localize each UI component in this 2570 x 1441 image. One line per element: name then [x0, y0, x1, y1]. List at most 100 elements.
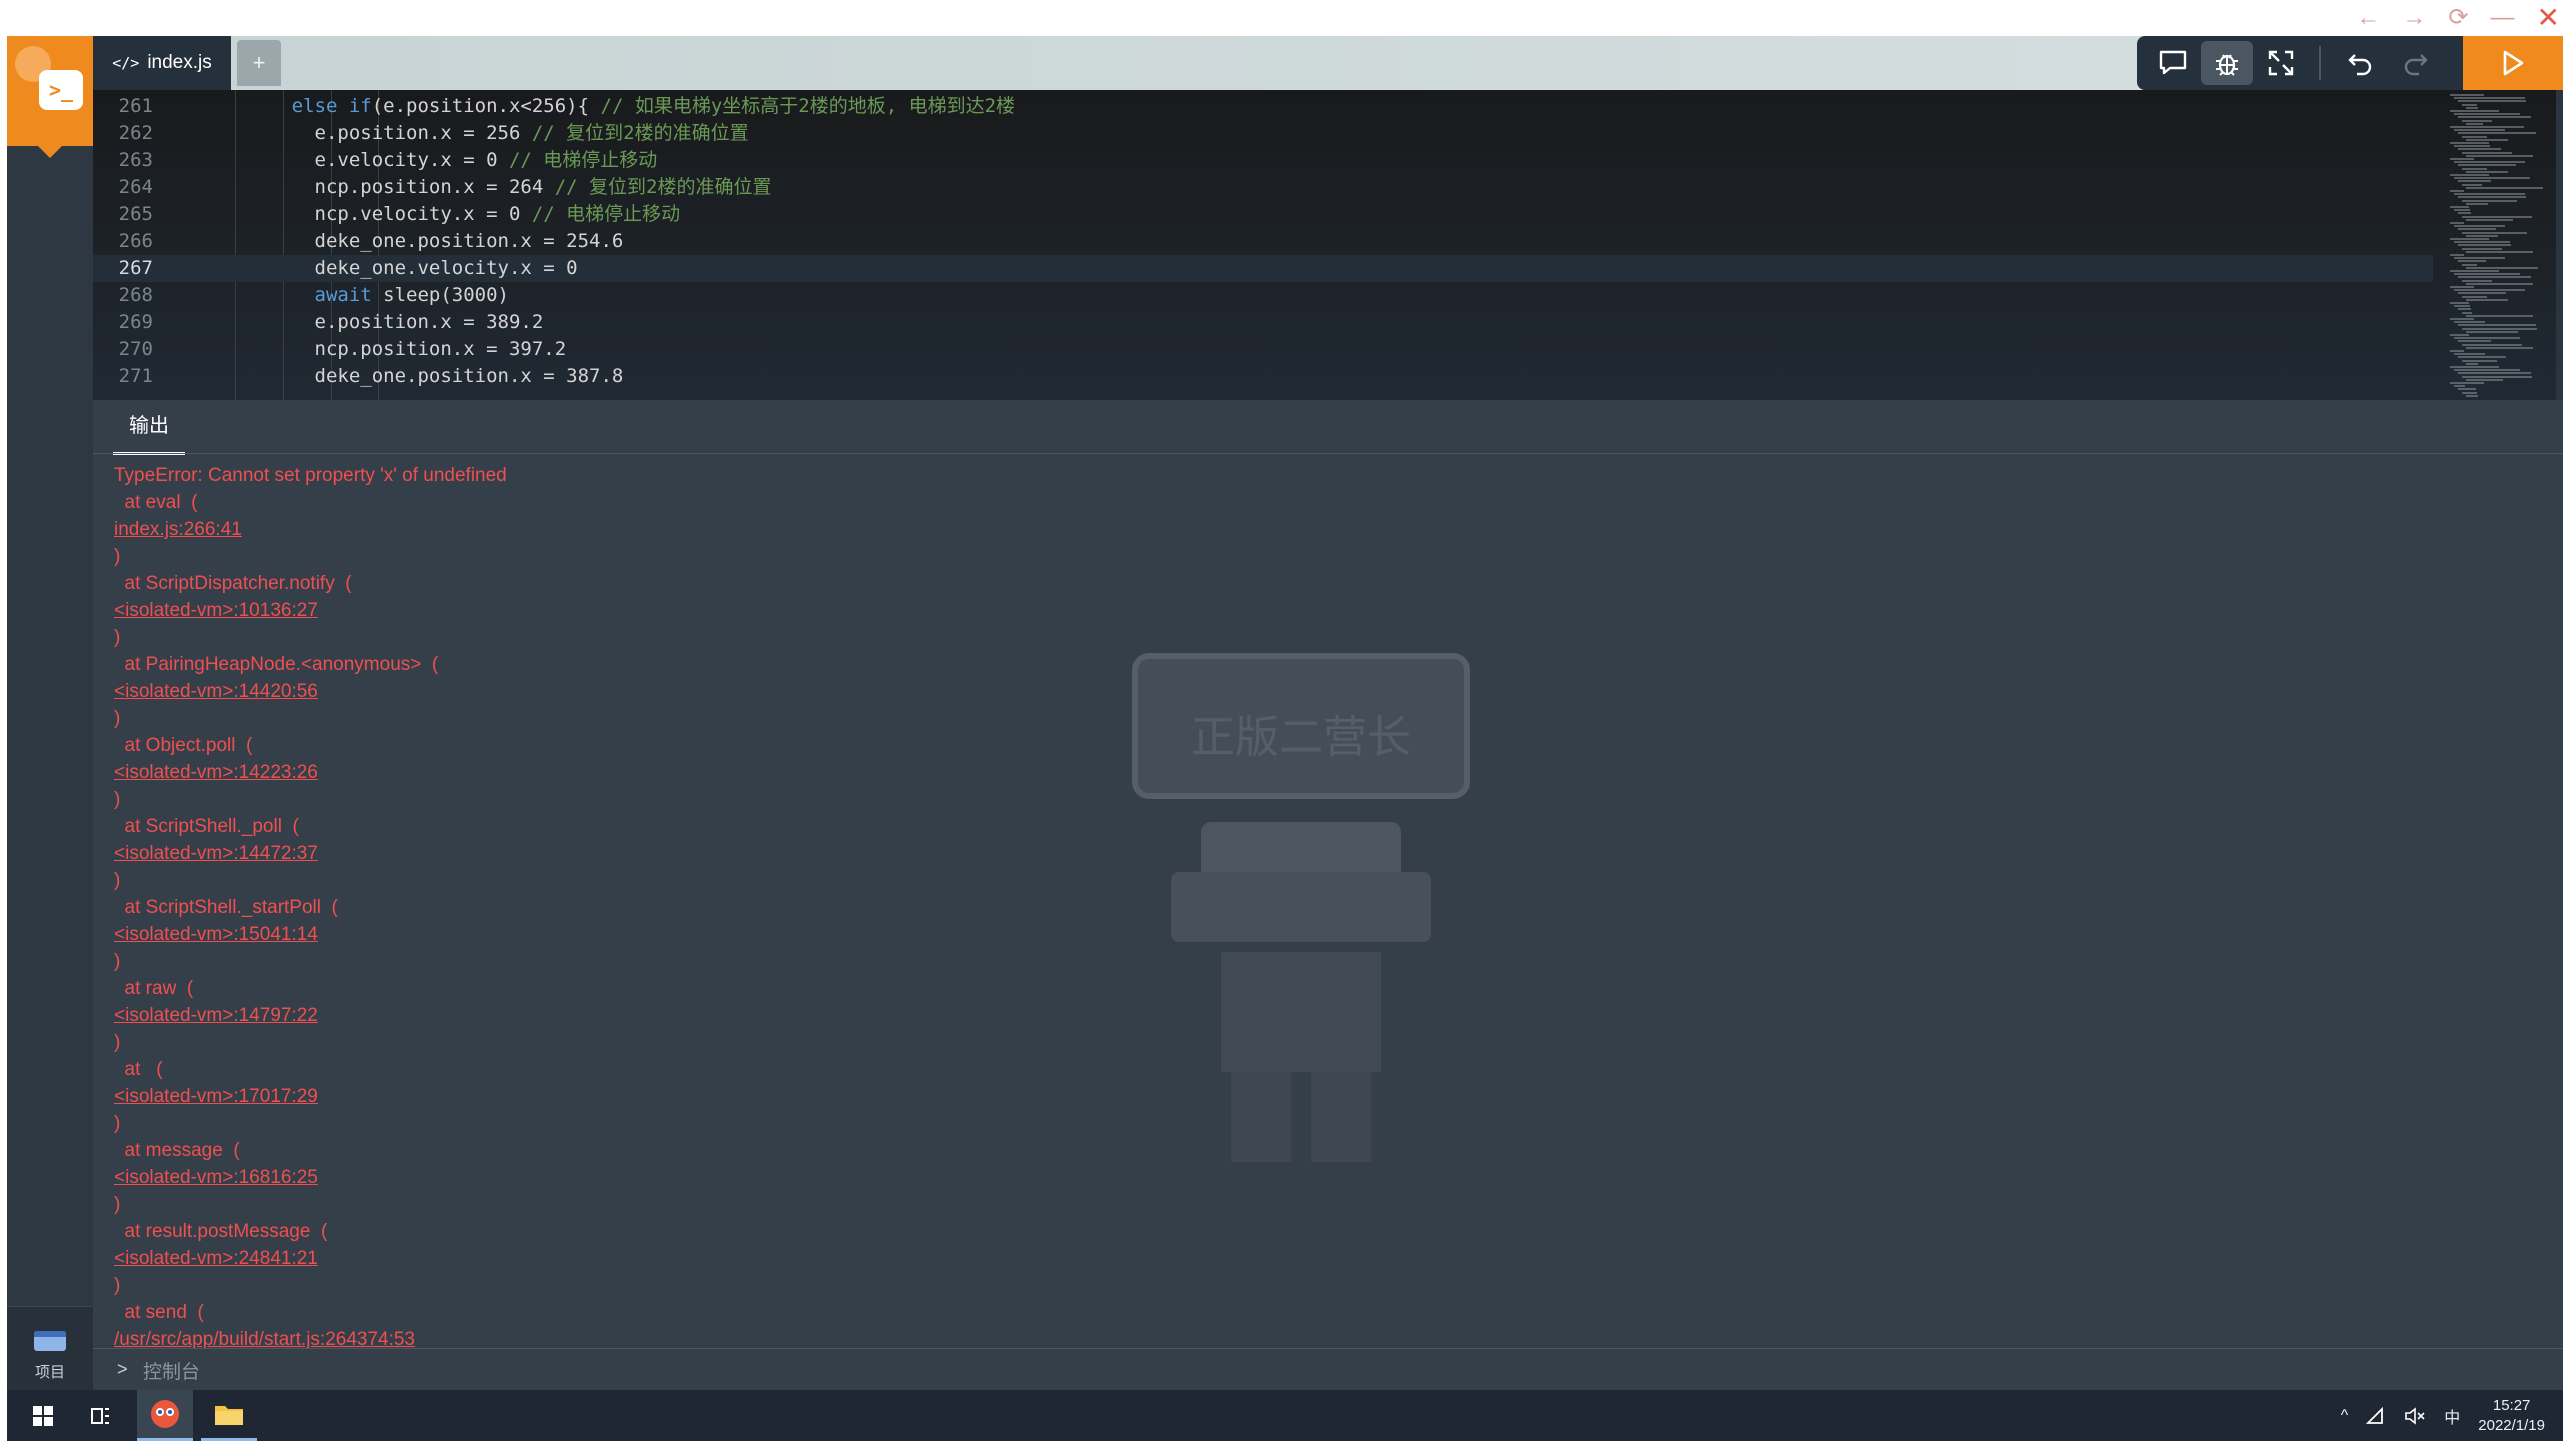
source-link[interactable]: <isolated-vm>:14472:37 [114, 843, 318, 864]
left-sidebar: >_ 项目 [7, 36, 93, 1391]
minimap-line [2458, 388, 2476, 391]
minimap-line [2454, 161, 2525, 164]
editor-scrollbar[interactable] [2556, 90, 2563, 400]
minimap-line [2458, 180, 2491, 183]
window-top-strip: ← → ⟳ — ✕ [0, 0, 2570, 36]
app-logo[interactable]: >_ [7, 36, 93, 146]
line-number: 261 [118, 95, 153, 117]
reload-icon[interactable]: ⟳ [2448, 2, 2468, 34]
task-view-button[interactable] [81, 1390, 121, 1441]
code-line[interactable]: 261 else if(e.position.x<256){ // 如果电梯y坐… [93, 93, 2433, 120]
os-taskbar: ^ 中 15:27 2022/1/19 [7, 1390, 2563, 1441]
minimap-line [2454, 129, 2505, 132]
console-bar[interactable]: > 控制台 [93, 1348, 2563, 1391]
minimap-line [2466, 170, 2508, 173]
code-comment: // 复位到2楼的准确位置 [554, 176, 772, 198]
minimap-line [2458, 100, 2526, 103]
minimap-line [2462, 247, 2502, 250]
code-text: ncp.position.x = 264 // 复位到2楼的准确位置 [223, 174, 772, 201]
minimap-line [2462, 151, 2512, 154]
minimap-line [2450, 366, 2499, 368]
minimap-line [2450, 254, 2464, 256]
line-number: 263 [118, 149, 153, 171]
code-line[interactable]: 266 deke_one.position.x = 254.6 [93, 228, 2433, 255]
network-icon[interactable] [2366, 1406, 2386, 1425]
code-line[interactable]: 268 await sleep(3000) [93, 282, 2433, 309]
minimap-line [2450, 222, 2464, 224]
forward-icon[interactable]: → [2402, 2, 2426, 34]
minimap-line [2454, 369, 2520, 372]
code-statement: e.position.x = 389.2 [314, 311, 544, 333]
stack-frame-location: /usr/src/app/build/start.js:264374:53 [114, 1326, 507, 1348]
source-link[interactable]: <isolated-vm>:15041:14 [114, 924, 318, 945]
add-tab-button[interactable]: + [237, 40, 281, 86]
fullscreen-button[interactable] [2255, 41, 2307, 85]
line-number: 267 [118, 257, 153, 279]
minimap-line [2454, 353, 2485, 356]
back-icon[interactable]: ← [2356, 2, 2380, 34]
volume-mute-icon[interactable] [2404, 1406, 2426, 1425]
minimap-line [2466, 378, 2503, 381]
stack-frame-location: <isolated-vm>:24841:21 [114, 1245, 507, 1272]
redo-button[interactable] [2389, 41, 2441, 85]
code-line[interactable]: 264 ncp.position.x = 264 // 复位到2楼的准确位置 [93, 174, 2433, 201]
minimap-line [2458, 148, 2501, 151]
code-line[interactable]: 262 e.position.x = 256 // 复位到2楼的准确位置 [93, 120, 2433, 147]
tab-output[interactable]: 输出 [113, 400, 185, 455]
code-line[interactable]: 270 ncp.position.x = 397.2 [93, 336, 2433, 363]
source-link[interactable]: index.js:266:41 [114, 519, 242, 540]
clock[interactable]: 15:27 2022/1/19 [2478, 1396, 2545, 1436]
minimap-line [2458, 116, 2531, 119]
app-face-icon [151, 1400, 179, 1428]
stack-frame-text: ) [114, 870, 121, 891]
watermark-text: 正版二营长 [1191, 712, 1411, 763]
code-editor[interactable]: 261 else if(e.position.x<256){ // 如果电梯y坐… [93, 90, 2563, 400]
taskbar-app-explorer[interactable] [201, 1390, 257, 1441]
undo-icon [2348, 54, 2372, 76]
minimap-line [2458, 356, 2506, 359]
run-button[interactable] [2463, 36, 2563, 90]
code-line[interactable]: 265 ncp.velocity.x = 0 // 电梯停止移动 [93, 201, 2433, 228]
minimap-line [2466, 218, 2513, 221]
chevron-up-icon[interactable]: ^ [2341, 1407, 2349, 1425]
code-statement: e.velocity.x = 0 [314, 149, 509, 171]
source-link[interactable]: <isolated-vm>:14420:56 [114, 681, 318, 702]
minimize-icon[interactable]: — [2491, 2, 2515, 34]
start-button[interactable] [25, 1390, 61, 1441]
code-keyword: else if [291, 95, 372, 117]
comment-button[interactable] [2147, 41, 2199, 85]
minimap-line [2462, 167, 2487, 170]
source-link[interactable]: <isolated-vm>:24841:21 [114, 1248, 318, 1269]
source-link[interactable]: <isolated-vm>:10136:27 [114, 600, 318, 621]
code-line[interactable]: 271 deke_one.position.x = 387.8 [93, 363, 2433, 390]
stack-frame-text: ) [114, 627, 121, 648]
minimap-line [2466, 250, 2533, 253]
close-icon[interactable]: ✕ [2537, 2, 2560, 34]
logo-pointer-icon [38, 146, 62, 158]
minimap-line [2454, 257, 2505, 260]
taskbar-app-coding[interactable] [137, 1390, 193, 1441]
source-link[interactable]: <isolated-vm>:14223:26 [114, 762, 318, 783]
source-link[interactable]: /usr/src/app/build/start.js:264374:53 [114, 1329, 415, 1348]
sidebar-item-project[interactable]: 项目 [7, 1306, 93, 1391]
ime-indicator[interactable]: 中 [2444, 1404, 2460, 1428]
code-line[interactable]: 267 deke_one.velocity.x = 0 [93, 255, 2433, 282]
stack-frame-location: <isolated-vm>:17017:29 [114, 1083, 507, 1110]
chevron-right-icon[interactable]: > [117, 1359, 128, 1380]
debug-button[interactable] [2201, 41, 2253, 85]
source-link[interactable]: <isolated-vm>:14797:22 [114, 1005, 318, 1026]
minimap-line [2458, 260, 2486, 263]
stack-frame-text: at Object.poll ( [114, 735, 253, 756]
code-minimap[interactable] [2448, 90, 2563, 400]
source-link[interactable]: <isolated-vm>:16816:25 [114, 1167, 318, 1188]
code-line[interactable]: 263 e.velocity.x = 0 // 电梯停止移动 [93, 147, 2433, 174]
code-comment: // 电梯停止移动 [531, 203, 681, 225]
stack-frame-text: ) [114, 546, 121, 567]
tab-index-js[interactable]: </> index.js [93, 36, 231, 90]
undo-button[interactable] [2335, 41, 2387, 85]
clock-date: 2022/1/19 [2478, 1416, 2545, 1434]
code-line[interactable]: 269 e.position.x = 389.2 [93, 309, 2433, 336]
source-link[interactable]: <isolated-vm>:17017:29 [114, 1086, 318, 1107]
